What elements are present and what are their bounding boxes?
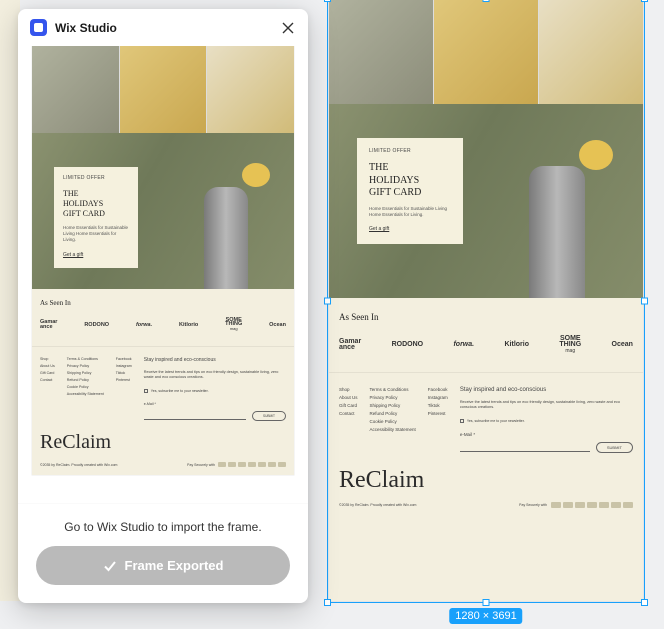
product-image <box>32 46 119 133</box>
modal-preview-area: LIMITED OFFER THE HOLIDAYS GIFT CARD Hom… <box>18 46 308 503</box>
hero-description: Home Essentials for Sustainable Living H… <box>369 206 451 219</box>
hero-eyebrow: LIMITED OFFER <box>369 148 451 154</box>
background-frame-edge <box>0 0 20 601</box>
hero-image-lemon <box>242 163 270 187</box>
brand-logo: Kitlorio <box>504 341 529 348</box>
as-seen-in-title: As Seen In <box>339 312 633 322</box>
pay-label: Pay Securely with <box>519 503 547 507</box>
modal-footer: Go to Wix Studio to import the frame. Fr… <box>18 503 308 603</box>
design-frame[interactable]: LIMITED OFFER THE HOLIDAYS GIFT CARD Hom… <box>329 0 643 601</box>
product-image <box>207 46 294 133</box>
hero-image-lemon <box>579 140 613 170</box>
close-icon <box>281 21 295 35</box>
wix-studio-icon <box>30 19 47 36</box>
hero-card: LIMITED OFFER THE HOLIDAYS GIFT CARD Hom… <box>357 138 463 244</box>
figma-canvas[interactable]: LIMITED OFFER THE HOLIDAYS GIFT CARD Hom… <box>0 0 664 629</box>
preview-frame: LIMITED OFFER THE HOLIDAYS GIFT CARD Hom… <box>32 46 294 475</box>
close-button[interactable] <box>280 20 296 36</box>
frame-exported-button[interactable]: Frame Exported <box>36 546 290 585</box>
product-image <box>329 0 433 104</box>
footer-newsletter: Stay inspired and eco-conscious Receive … <box>460 387 633 454</box>
hero-image-bottle <box>529 166 585 298</box>
footer-col-nav: Shop About Us Gift Card Contact <box>339 387 358 454</box>
modal-hint-text: Go to Wix Studio to import the frame. <box>64 520 261 534</box>
payment-icons <box>551 502 633 508</box>
dimension-badge: 1280 × 3691 <box>449 608 522 624</box>
hero-title: THE HOLIDAYS GIFT CARD <box>369 162 451 200</box>
wix-studio-modal: Wix Studio LIMITED OFFER THE <box>18 9 308 603</box>
copyright-text: ©2035 by ReClaim. Proudly created with W… <box>339 503 416 507</box>
newsletter-title: Stay inspired and eco-conscious <box>460 387 633 393</box>
brand-logo: SOMETHINGmag <box>559 336 581 354</box>
product-image <box>120 46 207 133</box>
newsletter-checkbox: Yes, subscribe me to your newsletter. <box>460 419 633 423</box>
newsletter-email-input <box>460 444 590 452</box>
brand-logo: RODONO <box>392 341 424 348</box>
product-image <box>539 0 643 104</box>
button-label: Frame Exported <box>125 558 224 573</box>
footer-section: Shop About Us Gift Card Contact Terms & … <box>329 372 643 519</box>
footer-col-social: Facebook Instagram Tiktok Pinterest <box>428 387 448 454</box>
modal-title: Wix Studio <box>55 21 272 35</box>
modal-header: Wix Studio <box>18 9 308 46</box>
brand-logo: forwa. <box>453 341 474 348</box>
hero-section: LIMITED OFFER THE HOLIDAYS GIFT CARD Hom… <box>329 104 643 298</box>
logo-row: Gamarance RODONO forwa. Kitlorio SOMETHI… <box>339 336 633 354</box>
reclaim-logo: ReClaim <box>339 467 633 494</box>
check-icon <box>103 559 117 573</box>
hero-cta-link: Get a gift <box>369 226 451 232</box>
newsletter-email-label: e-Mail * <box>460 432 633 437</box>
newsletter-description: Receive the latest trends and tips on ec… <box>460 400 633 411</box>
hero-image-bottle <box>204 187 248 289</box>
image-strip <box>329 0 643 104</box>
footer-col-legal: Terms & Conditions Privacy Policy Shippi… <box>370 387 416 454</box>
brand-logo: Ocean <box>612 341 633 348</box>
product-image <box>434 0 538 104</box>
newsletter-submit-button: SUBMIT <box>596 442 633 453</box>
brand-logo: Gamarance <box>339 339 361 352</box>
as-seen-in-section: As Seen In Gamarance RODONO forwa. Kitlo… <box>329 298 643 372</box>
